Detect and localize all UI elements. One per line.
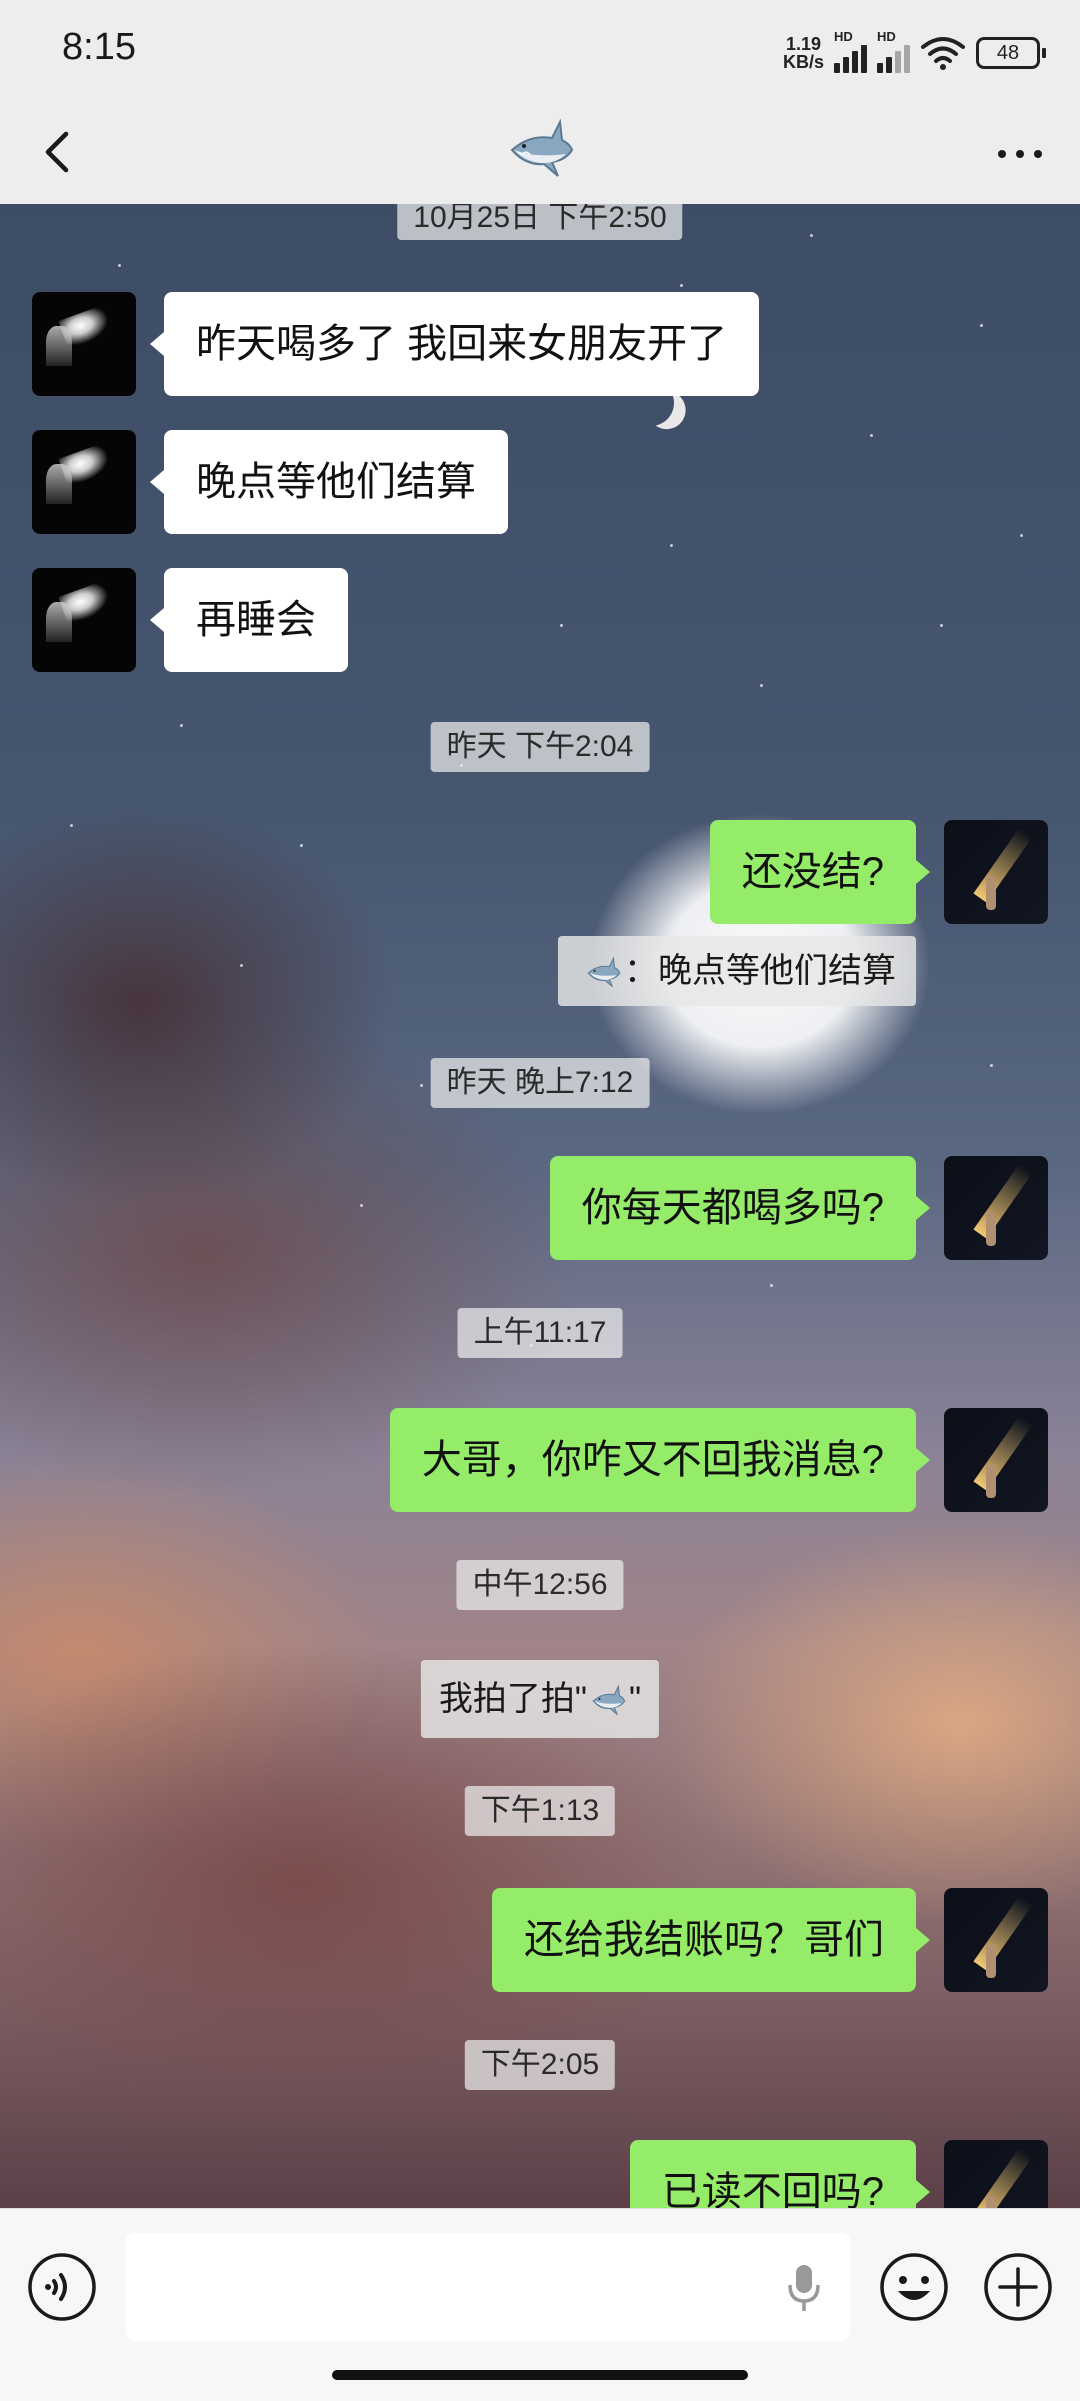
contact-avatar[interactable] bbox=[32, 568, 136, 672]
received-message-bubble[interactable]: 再睡会 bbox=[150, 568, 348, 672]
timestamp: 昨天 下午2:04 bbox=[430, 722, 650, 772]
message-text-input[interactable] bbox=[126, 2233, 850, 2341]
signal-hd-2-icon: HD bbox=[877, 29, 910, 73]
chat-area[interactable]: 10月25日 下午2:50 昨天喝多了 我回来女朋友开了 晚点等他们结算 再睡会… bbox=[0, 204, 1080, 2208]
signal-hd-2-label: HD bbox=[877, 29, 896, 44]
voice-mode-icon[interactable] bbox=[26, 2251, 98, 2323]
battery-indicator: 48 bbox=[976, 37, 1046, 69]
timestamp: 中午12:56 bbox=[456, 1560, 624, 1610]
contact-avatar[interactable] bbox=[32, 292, 136, 396]
more-options-icon[interactable] bbox=[988, 122, 1052, 186]
my-avatar[interactable] bbox=[944, 1888, 1048, 1992]
shark-emoji-icon bbox=[510, 118, 574, 177]
signal-hd-1-icon: HD bbox=[834, 29, 867, 73]
back-arrow-icon[interactable] bbox=[30, 120, 94, 184]
my-avatar[interactable] bbox=[944, 820, 1048, 924]
emoji-icon[interactable] bbox=[878, 2251, 950, 2323]
timestamp: 10月25日 下午2:50 bbox=[397, 204, 683, 240]
shark-emoji-icon bbox=[592, 1684, 626, 1716]
microphone-icon[interactable] bbox=[782, 2261, 826, 2313]
my-avatar[interactable] bbox=[944, 2140, 1048, 2208]
timestamp: 下午1:13 bbox=[464, 1786, 616, 1836]
pat-prefix: 我拍了拍" bbox=[438, 1680, 587, 1718]
quoted-reply-text: ：晚点等他们结算 bbox=[624, 952, 896, 990]
timestamp: 下午2:05 bbox=[464, 2040, 616, 2090]
contact-avatar[interactable] bbox=[32, 430, 136, 534]
timestamp: 昨天 晚上7:12 bbox=[430, 1058, 650, 1108]
status-time: 8:15 bbox=[62, 26, 136, 68]
wifi-icon bbox=[921, 37, 965, 70]
signal-hd-1-label: HD bbox=[834, 29, 853, 44]
received-message-bubble[interactable]: 昨天喝多了 我回来女朋友开了 bbox=[149, 292, 760, 396]
pat-notification: 我拍了拍" " bbox=[420, 1660, 660, 1738]
shark-emoji-icon bbox=[587, 956, 621, 988]
my-avatar[interactable] bbox=[944, 1408, 1048, 1512]
sent-message-bubble[interactable]: 大哥，你咋又不回我消息? bbox=[389, 1408, 931, 1512]
timestamp: 上午11:17 bbox=[457, 1308, 623, 1358]
network-speed-unit: KB/s bbox=[782, 52, 824, 72]
received-message-bubble[interactable]: 晚点等他们结算 bbox=[150, 430, 508, 534]
status-icons: 1.19 KB/s HD HD 48 bbox=[783, 29, 1046, 76]
network-speed-value: 1.19 bbox=[785, 34, 822, 54]
status-bar: 8:15 1.19 KB/s HD HD 48 bbox=[0, 0, 1080, 100]
sent-message-bubble[interactable]: 你每天都喝多吗? bbox=[549, 1156, 931, 1260]
quoted-reply[interactable]: ：晚点等他们结算 bbox=[558, 936, 916, 1006]
pat-suffix: " bbox=[629, 1680, 642, 1718]
my-avatar[interactable] bbox=[944, 1156, 1048, 1260]
network-speed: 1.19 KB/s bbox=[783, 35, 824, 71]
plus-icon[interactable] bbox=[982, 2251, 1054, 2323]
home-indicator[interactable] bbox=[332, 2370, 748, 2380]
sent-message-bubble[interactable]: 已读不回吗? bbox=[629, 2140, 931, 2208]
sent-message-bubble[interactable]: 还没结? bbox=[709, 820, 931, 924]
sent-message-bubble[interactable]: 还给我结账吗？哥们 bbox=[492, 1888, 930, 1992]
chat-header bbox=[0, 100, 1080, 204]
